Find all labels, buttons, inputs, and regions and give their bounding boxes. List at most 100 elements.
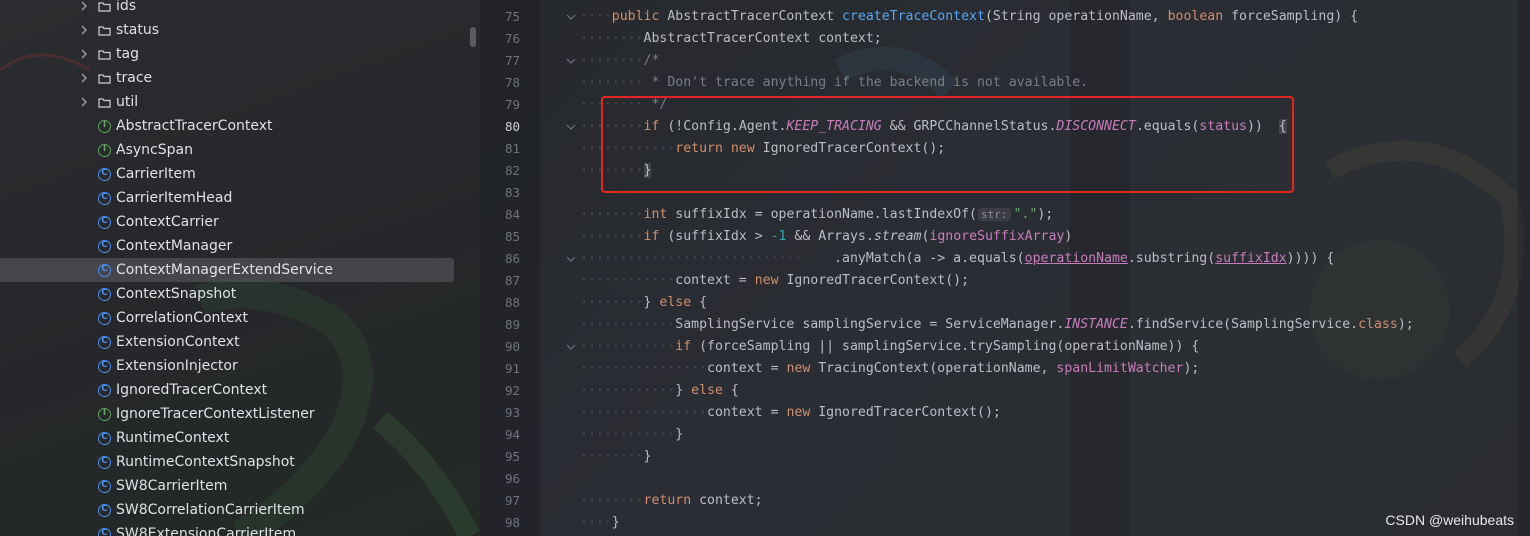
class-icon: C	[98, 263, 111, 277]
code-line[interactable]: ········int suffixIdx = operationName.la…	[580, 204, 1053, 226]
tree-file-item[interactable]: C ContextSnapshot	[0, 282, 454, 306]
line-number: 92	[504, 383, 520, 398]
class-icon: C	[98, 503, 111, 517]
class-icon: C	[98, 383, 111, 397]
tree-file-item[interactable]: C ExtensionContext	[0, 330, 454, 354]
tree-file-item[interactable]: C ContextCarrier	[0, 210, 454, 234]
fold-chevron-icon[interactable]	[566, 336, 576, 358]
code-token: "."	[1013, 207, 1038, 222]
code-token: new	[786, 405, 819, 420]
line-number: 76	[504, 31, 520, 46]
code-line[interactable]: ········} else {	[580, 292, 707, 314]
code-token: (String operationName,	[984, 9, 1168, 24]
indent-whitespace: ····························	[580, 251, 803, 266]
line-number: 89	[504, 317, 520, 332]
code-token: if	[675, 339, 700, 354]
tree-file-label: SW8ExtensionCarrierItem	[116, 526, 297, 536]
editor-scrollbar[interactable]	[1518, 0, 1530, 536]
code-line[interactable]: ············} else {	[580, 380, 739, 402]
indent-whitespace: ················	[580, 405, 708, 420]
code-token: );	[1183, 361, 1200, 376]
fold-chevron-icon[interactable]	[566, 50, 576, 72]
line-number: 80	[504, 119, 520, 134]
tree-file-item[interactable]: C SW8ExtensionCarrierItem	[0, 522, 454, 536]
chevron-right-icon[interactable]	[79, 47, 89, 61]
code-line[interactable]: ····}	[580, 512, 620, 534]
chevron-right-icon[interactable]	[79, 0, 89, 13]
code-line[interactable]: ············if (forceSampling || samplin…	[580, 336, 1199, 358]
line-number: 81	[504, 141, 520, 156]
tree-file-item[interactable]: C RuntimeContextSnapshot	[0, 450, 454, 474]
code-line[interactable]: ········/*	[580, 50, 659, 72]
fold-chevron-icon[interactable]	[566, 116, 576, 138]
tree-file-label: SW8CorrelationCarrierItem	[116, 502, 305, 518]
code-token: )))) {	[1286, 251, 1335, 266]
line-number-gutter: 75 76 77 78 79 80 81 82 83 84 85 86 87 88 89 90 91 92 93 94…	[480, 0, 540, 536]
code-line[interactable]: ···························· .anyMatch(a…	[580, 248, 1334, 270]
code-token: );	[1397, 317, 1414, 332]
inlay-hint: str:	[978, 208, 1011, 221]
line-number: 75	[504, 9, 520, 24]
tree-file-item[interactable]: C SW8CarrierItem	[0, 474, 454, 498]
watermark: CSDN @weihubeats	[1385, 512, 1514, 528]
tree-file-item[interactable]: C ContextManagerExtendService	[0, 258, 454, 282]
tree-file-label: CorrelationContext	[116, 310, 249, 326]
tree-file-item[interactable]: C RuntimeContext	[0, 426, 454, 450]
code-line[interactable]: ············}	[580, 424, 683, 446]
tree-folder-util[interactable]: util	[0, 90, 454, 114]
tree-file-item[interactable]: C SW8CorrelationCarrierItem	[0, 498, 454, 522]
code-line[interactable]: ················context = new TracingCon…	[580, 358, 1199, 380]
code-token: AbstractTracerContext	[667, 9, 843, 24]
code-token: stream	[873, 229, 922, 244]
code-token: }	[643, 295, 660, 310]
class-icon: C	[98, 167, 111, 181]
code-token: INSTANCE	[1064, 317, 1128, 332]
code-line[interactable]: ············context = new IgnoredTracerC…	[580, 270, 969, 292]
code-line[interactable]: ········ * Don't trace anything if the b…	[580, 72, 1088, 94]
tree-folder-tag[interactable]: tag	[0, 42, 454, 66]
code-line[interactable]: ················context = new IgnoredTra…	[580, 402, 1001, 424]
indent-whitespace: ········	[580, 207, 644, 222]
tree-file-item[interactable]: C ContextManager	[0, 234, 454, 258]
fold-chevron-icon[interactable]	[566, 248, 576, 270]
chevron-right-icon[interactable]	[79, 23, 89, 37]
code-line[interactable]: ········}	[580, 446, 651, 468]
line-number: 88	[504, 295, 520, 310]
tree-folder-ids[interactable]: ids	[0, 0, 454, 18]
tree-file-item[interactable]: I AsyncSpan	[0, 138, 454, 162]
folder-icon	[98, 73, 111, 84]
line-number: 98	[504, 515, 520, 530]
tree-file-item[interactable]: I IgnoreTracerContextListener	[0, 402, 454, 426]
line-number: 85	[504, 229, 520, 244]
chevron-right-icon[interactable]	[79, 71, 89, 85]
code-editor[interactable]: 75 76 77 78 79 80 81 82 83 84 85 86 87 88 89 90 91 92 93 94…	[480, 0, 1530, 536]
code-line[interactable]: ····public AbstractTracerContext createT…	[580, 6, 1358, 28]
fold-chevron-icon[interactable]	[566, 6, 576, 28]
code-token: else	[691, 383, 731, 398]
code-token: }	[675, 383, 692, 398]
code-line[interactable]: ········if (suffixIdx > -1 && Arrays.str…	[580, 226, 1072, 248]
tree-folder-trace[interactable]: trace	[0, 66, 454, 90]
tree-folder-status[interactable]: status	[0, 18, 454, 42]
class-icon: C	[98, 311, 111, 325]
chevron-right-icon[interactable]	[79, 95, 89, 109]
code-token: TracingContext(operationName,	[818, 361, 1057, 376]
code-line[interactable]: ········AbstractTracerContext context;	[580, 28, 882, 50]
code-line[interactable]: ········return context;	[580, 490, 763, 512]
code-token: -1	[770, 229, 787, 244]
class-icon: C	[98, 527, 111, 536]
line-number: 82	[504, 163, 520, 178]
code-line[interactable]: ············SamplingService samplingServ…	[580, 314, 1414, 336]
tree-file-item[interactable]: I AbstractTracerContext	[0, 114, 454, 138]
indent-whitespace: ····	[580, 515, 612, 530]
tree-file-item[interactable]: C CarrierItem	[0, 162, 454, 186]
tree-file-item[interactable]: C CorrelationContext	[0, 306, 454, 330]
tree-file-label: ContextManagerExtendService	[116, 262, 333, 278]
tree-scrollbar[interactable]	[470, 27, 476, 47]
tree-file-item[interactable]: C IgnoredTracerContext	[0, 378, 454, 402]
tree-file-item[interactable]: C ExtensionInjector	[0, 354, 454, 378]
code-token: new	[786, 361, 819, 376]
folder-icon	[98, 49, 111, 60]
tree-folder-label: util	[116, 94, 139, 110]
tree-file-item[interactable]: C CarrierItemHead	[0, 186, 454, 210]
